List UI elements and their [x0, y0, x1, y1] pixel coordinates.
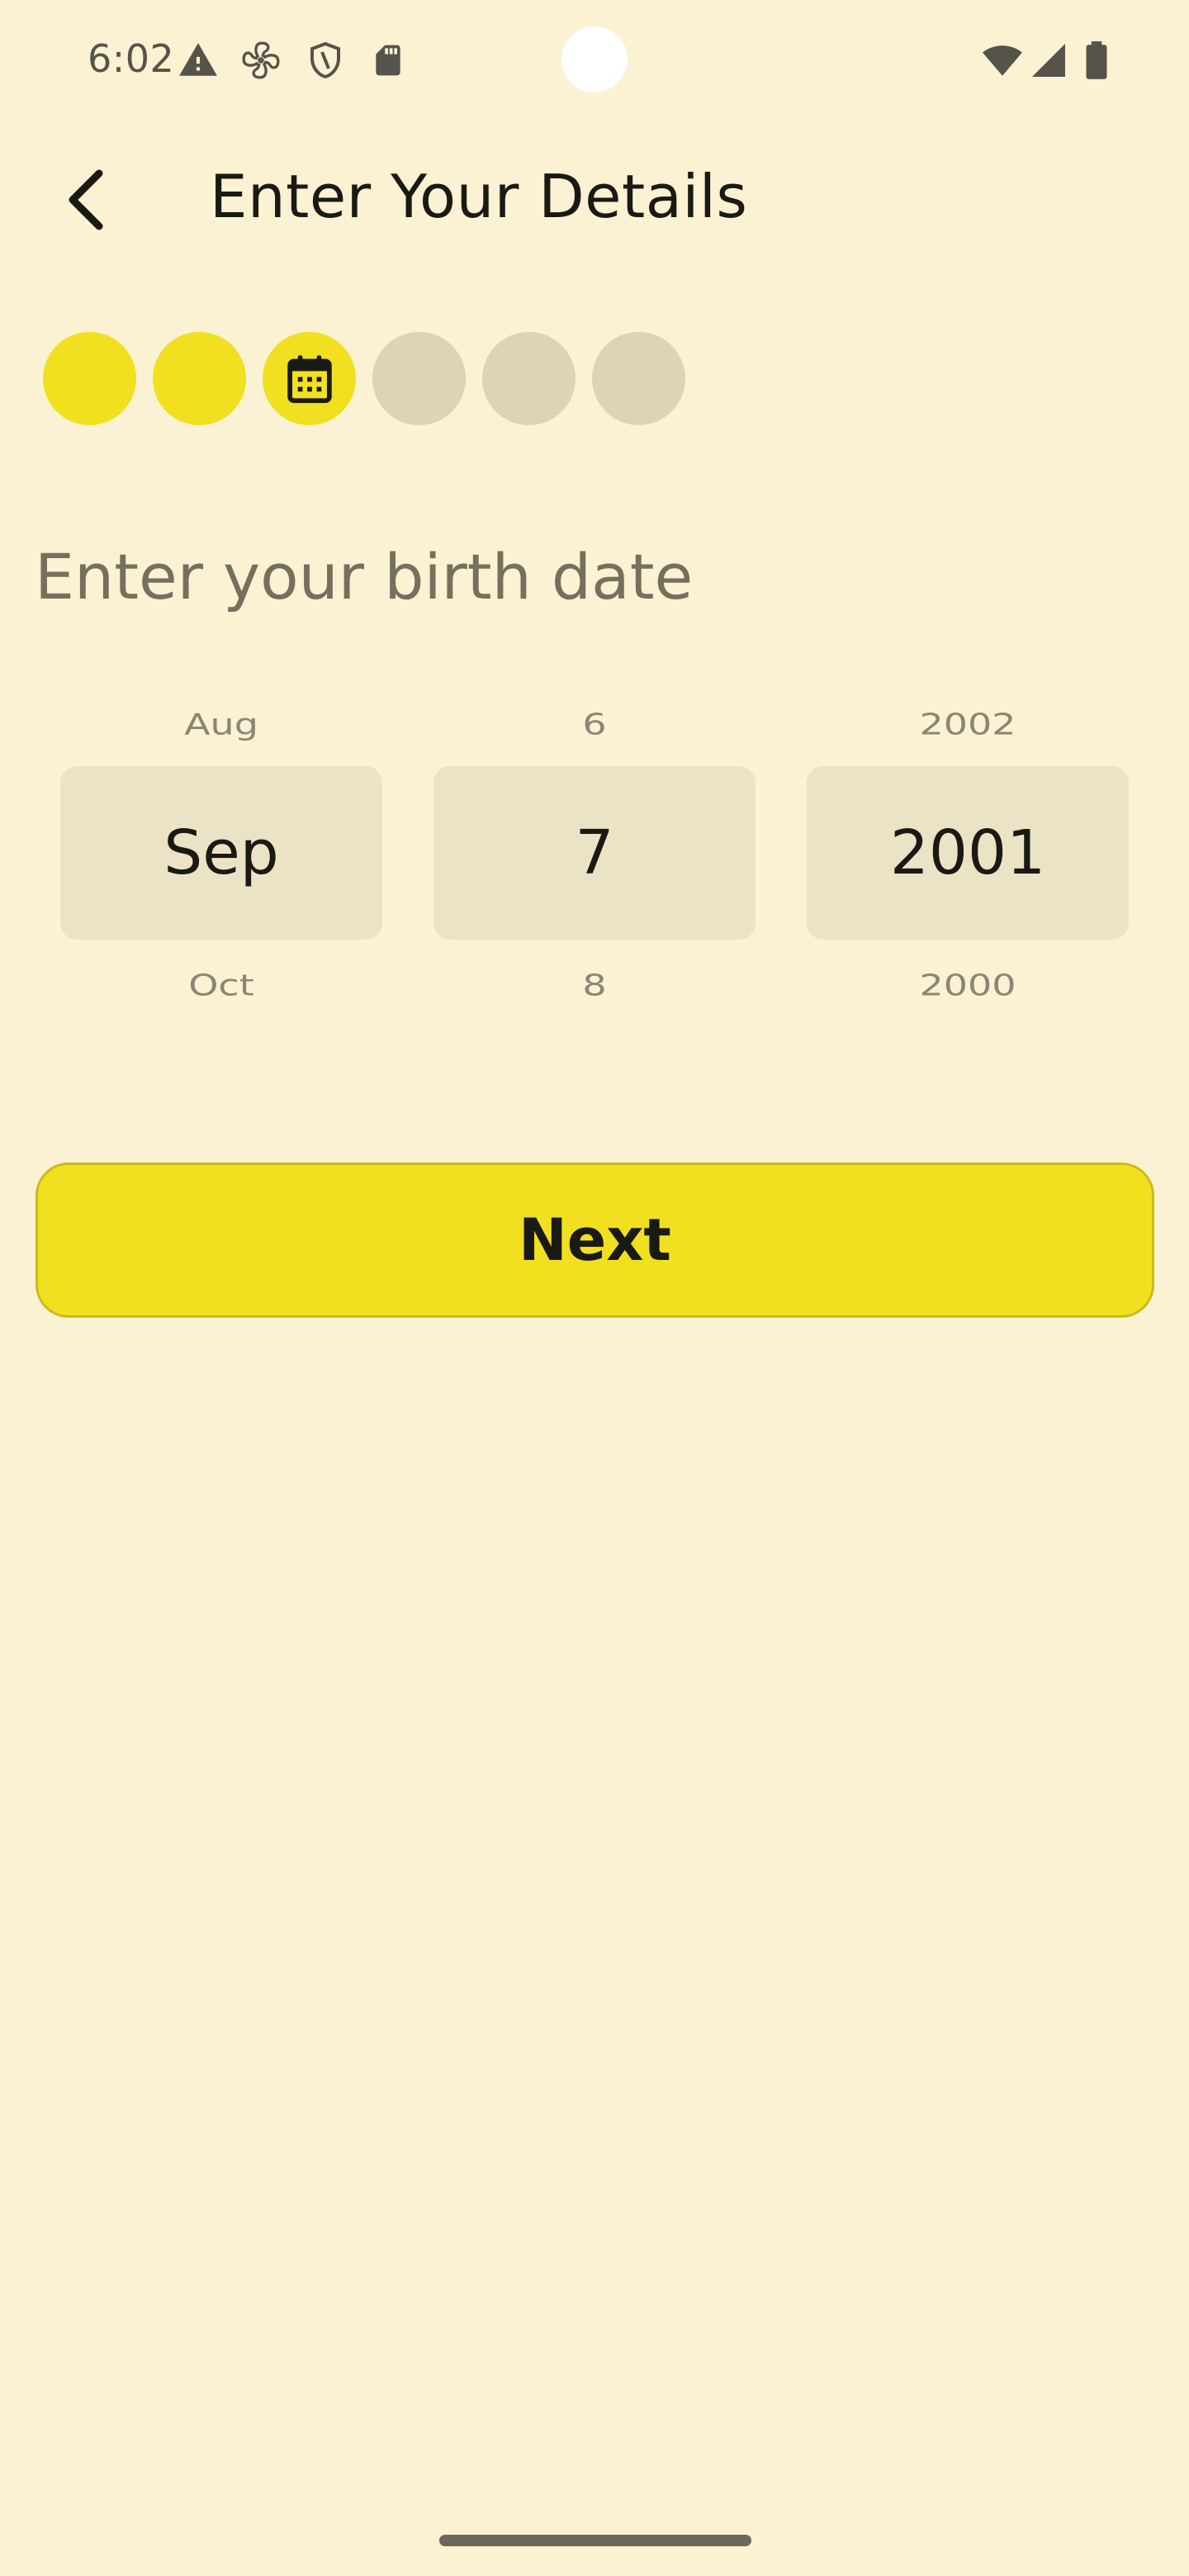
next-button[interactable]: Next [36, 1163, 1154, 1318]
sd-card-icon [376, 45, 400, 76]
calendar-icon [287, 354, 332, 403]
day-selected[interactable]: 7 [433, 766, 756, 940]
step-5 [482, 332, 576, 425]
status-time: 6:02 [88, 36, 175, 81]
page-title: Enter Your Details [210, 162, 748, 231]
month-selected[interactable]: Sep [60, 766, 382, 940]
arrow-back-icon [69, 169, 103, 230]
home-indicator[interactable] [439, 2535, 751, 2546]
month-next-option[interactable]: Oct [60, 968, 382, 1002]
step-2 [153, 332, 246, 425]
signal-icon [1032, 44, 1065, 77]
year-prev-option[interactable]: 2002 [807, 707, 1129, 741]
day-picker[interactable]: 6 7 8 [433, 692, 756, 1022]
day-next-option[interactable]: 8 [433, 968, 756, 1002]
wifi-icon [983, 45, 1022, 76]
shield-icon [310, 41, 340, 79]
camera-cutout [561, 26, 628, 92]
screen: 6:02 Enter Your Details Enter your birth… [0, 0, 1189, 2576]
year-next-option[interactable]: 2000 [807, 968, 1129, 1002]
warning-icon [179, 43, 217, 76]
month-prev-option[interactable]: Aug [60, 707, 382, 741]
year-picker[interactable]: 2002 2001 2000 [807, 692, 1129, 1022]
step-3-current [263, 332, 356, 425]
year-selected[interactable]: 2001 [807, 766, 1129, 940]
step-6 [592, 332, 685, 425]
day-prev-option[interactable]: 6 [433, 707, 756, 741]
step-indicator [43, 332, 685, 425]
step-1 [43, 332, 136, 425]
status-bar: 6:02 [0, 0, 1189, 124]
back-button[interactable] [46, 160, 126, 239]
month-picker[interactable]: Aug Sep Oct [60, 692, 382, 1022]
fan-icon [242, 41, 280, 79]
step-4 [372, 332, 466, 425]
battery-icon [1086, 41, 1107, 79]
birth-date-heading: Enter your birth date [35, 540, 694, 613]
